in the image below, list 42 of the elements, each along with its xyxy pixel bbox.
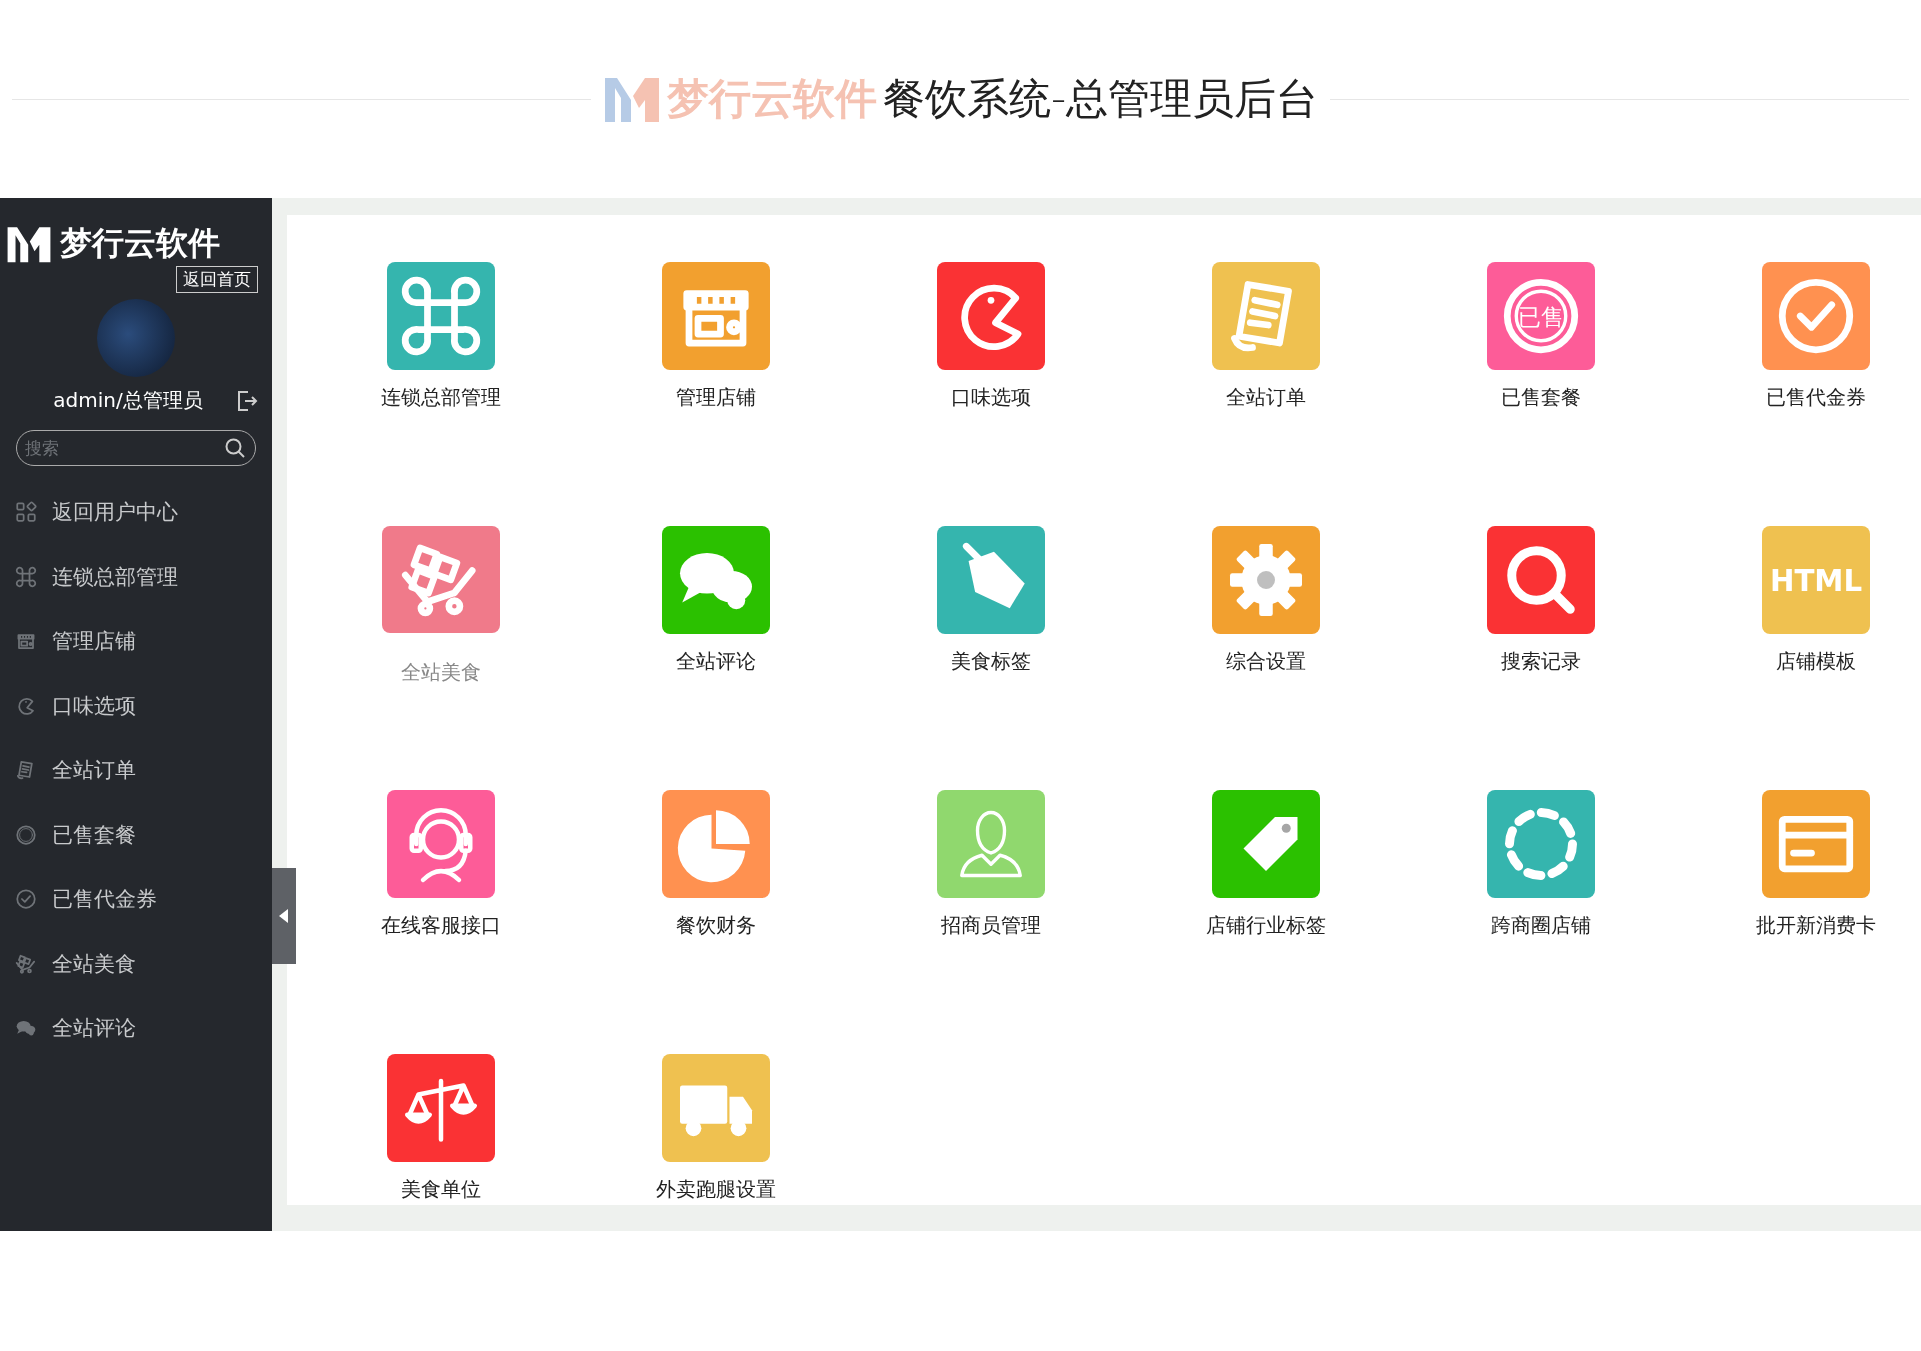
menu-tile[interactable]: HTML 店铺模板 [1736,526,1896,686]
brand-name: 梦行云软件 [60,223,220,264]
menu-tile[interactable]: 店铺行业标签 [1186,790,1346,950]
menu-tile[interactable]: 已售代金券 [1736,262,1896,422]
menu-tile[interactable]: 已售 已售套餐 [1461,262,1621,422]
menu-tile[interactable]: 批开新消费卡 [1736,790,1896,950]
sidebar-item[interactable]: 连锁总部管理 [0,544,272,609]
sidebar-item[interactable]: 返回用户中心 [0,480,272,545]
brand-name: 梦行云软件 [666,73,877,125]
page-title: 餐饮系统-总管理员后台 [882,73,1319,125]
menu-tile[interactable]: 跨商圈店铺 [1461,790,1621,950]
menu-tile[interactable]: 口味选项 [911,262,1071,422]
menu-tile[interactable]: 美食标签 [911,526,1071,686]
menu-tile[interactable]: 综合设置 [1186,526,1346,686]
logo-icon [6,224,52,264]
logout-icon[interactable] [236,389,258,412]
menu-tile[interactable]: 连锁总部管理 [361,262,521,422]
sidebar-item[interactable]: 全站订单 [0,738,272,803]
menu-tile[interactable]: 美食单位 [361,1054,521,1214]
menu-tile[interactable]: 招商员管理 [911,790,1071,950]
sidebar-item[interactable]: 全站美食 [0,931,272,996]
menu-tile[interactable]: 搜索记录 [1461,526,1621,686]
home-link[interactable]: 返回首页 [176,266,258,293]
menu-tile[interactable]: 外卖跑腿设置 [636,1054,796,1214]
stamp-icon: 已售 [1487,262,1595,370]
html-icon: HTML [1762,526,1870,634]
menu-tile[interactable]: 全站美食 [361,526,521,686]
menu-tile[interactable]: 餐饮财务 [636,790,796,950]
menu-tile[interactable]: 在线客服接口 [361,790,521,950]
sidebar-item[interactable]: 已售套餐 [0,802,272,867]
user-name: admin/总管理员 [52,387,204,414]
sidebar-item[interactable]: 口味选项 [0,673,272,738]
sidebar-item[interactable]: 已售代金券 [0,867,272,932]
sidebar-item[interactable]: 全站评论 [0,996,272,1061]
search-field[interactable]: 搜索 [16,430,256,466]
menu-tile[interactable]: 管理店铺 [636,262,796,422]
menu-tile[interactable]: 全站评论 [636,526,796,686]
caret-icon [279,909,289,923]
menu-tile[interactable]: 全站订单 [1186,262,1346,422]
sidebar-item[interactable]: 管理店铺 [0,609,272,674]
collapse-button[interactable] [272,868,296,964]
search-icon[interactable] [224,437,246,459]
